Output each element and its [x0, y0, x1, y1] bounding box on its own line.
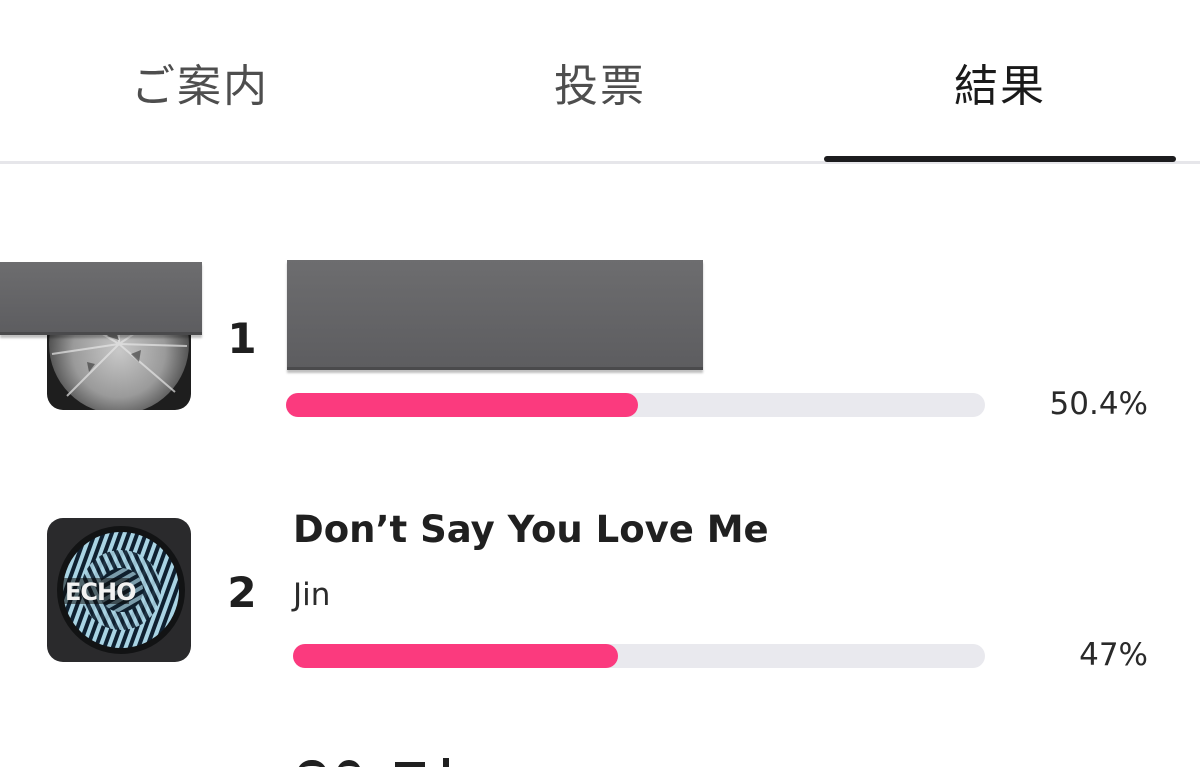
rank-number: 1 — [227, 314, 257, 363]
song-title-cut-off — [293, 756, 463, 767]
result-row-1[interactable]: 1 50.4% — [0, 164, 1200, 464]
vote-progress-fill — [286, 393, 638, 417]
vote-percentage: 50.4% — [1049, 386, 1148, 422]
tab-bar: ご案内 投票 結果 — [0, 0, 1200, 164]
vote-percentage: 47% — [1079, 637, 1148, 673]
album-text: ECHO — [65, 578, 136, 606]
redaction-block — [0, 262, 202, 335]
active-tab-indicator — [824, 156, 1176, 162]
tab-vote[interactable]: 投票 — [400, 0, 800, 164]
song-title: Don’t Say You Love Me — [293, 508, 769, 551]
album-cover-echo-icon: ECHO — [47, 518, 191, 662]
rank-number: 2 — [227, 568, 257, 617]
result-row-2[interactable]: ECHO 2 Don’t Say You Love Me Jin 47% — [0, 464, 1200, 724]
title-redaction-block — [287, 260, 703, 370]
vote-progress-track — [293, 644, 985, 668]
vote-progress-track — [286, 393, 985, 417]
result-row-3-partial[interactable] — [0, 724, 1200, 767]
vote-progress-fill — [293, 644, 618, 668]
artist-name: Jin — [293, 577, 331, 613]
tab-info[interactable]: ご案内 — [0, 0, 400, 164]
tab-results[interactable]: 結果 — [800, 0, 1200, 164]
